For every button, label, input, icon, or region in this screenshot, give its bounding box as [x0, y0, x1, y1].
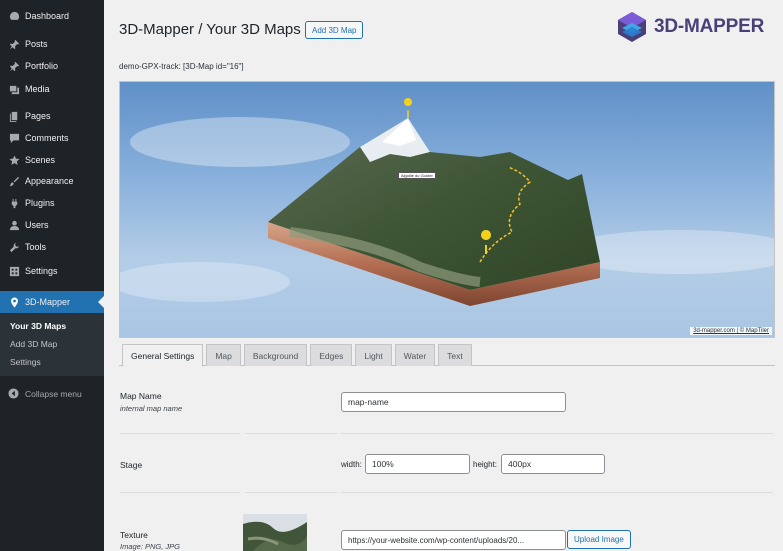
tab-water[interactable]: Water [394, 344, 436, 366]
sidebar-item-portfolio[interactable]: Portfolio [0, 55, 104, 77]
sidebar-item-scenes[interactable]: Scenes [0, 149, 104, 171]
3d-mapper-submenu: Your 3D Maps Add 3D Map Settings [0, 313, 104, 376]
tab-edges[interactable]: Edges [310, 344, 353, 366]
add-3d-map-button[interactable]: Add 3D Map [305, 21, 364, 39]
stage-label: Stage [120, 460, 143, 470]
user-icon [8, 219, 20, 231]
texture-description: Image: PNG, JPG [120, 542, 181, 551]
plugin-icon [8, 197, 20, 209]
row-separator [341, 433, 773, 434]
pin-icon [8, 38, 20, 50]
pages-icon [8, 110, 20, 122]
row-separator [245, 433, 337, 434]
submenu-item-settings[interactable]: Settings [10, 357, 41, 367]
map-attribution[interactable]: 3d-mapper.com | © MapTiler [690, 327, 772, 335]
map-name-description: internal map name [120, 404, 183, 413]
collapse-arrow-icon [8, 388, 20, 400]
tab-map[interactable]: Map [206, 344, 241, 366]
row-separator [120, 433, 240, 434]
settings-tabs: General Settings Map Background Edges Li… [122, 344, 475, 367]
tab-general-settings[interactable]: General Settings [122, 344, 204, 367]
texture-label: Texture [120, 530, 148, 540]
collapse-menu-button[interactable]: Collapse menu [0, 384, 104, 404]
tab-text[interactable]: Text [438, 344, 472, 366]
pin-icon [8, 60, 20, 72]
sidebar-item-users[interactable]: Users [0, 214, 104, 236]
terrain-scene [120, 98, 774, 306]
location-pin-icon [8, 296, 20, 308]
media-icon [8, 83, 20, 95]
upload-image-button[interactable]: Upload Image [567, 530, 631, 549]
row-separator [341, 492, 773, 493]
sidebar-item-comments[interactable]: Comments [0, 127, 104, 149]
row-separator [245, 492, 337, 493]
map-marker-label: Aiguille du Goûter [398, 172, 436, 179]
sidebar-item-pages[interactable]: Pages [0, 105, 104, 127]
dashboard-icon [8, 10, 20, 22]
sidebar-item-appearance[interactable]: Appearance [0, 170, 104, 192]
page-title: 3D-Mapper / Your 3D Maps [119, 21, 301, 38]
sidebar-item-dashboard[interactable]: Dashboard [0, 5, 104, 27]
texture-url-input[interactable]: https://your-website.com/wp-content/uplo… [341, 530, 566, 550]
tab-light[interactable]: Light [355, 344, 392, 366]
admin-sidebar: Dashboard Posts Portfolio Media Pages Co… [0, 0, 104, 551]
map-name-label: Map Name [120, 391, 162, 401]
submenu-item-add-3d-map[interactable]: Add 3D Map [10, 339, 57, 349]
row-separator [120, 492, 240, 493]
settings-icon [8, 265, 20, 277]
width-input[interactable]: 100% [365, 454, 470, 474]
brand-logo: 3D-MAPPER [616, 10, 764, 44]
sidebar-item-tools[interactable]: Tools [0, 236, 104, 258]
comments-icon [8, 132, 20, 144]
3d-map-preview[interactable]: Aiguille du Goûter 3d-mapper.com | © Map… [119, 81, 775, 338]
texture-thumbnail [243, 514, 307, 551]
sidebar-item-plugins[interactable]: Plugins [0, 192, 104, 214]
height-label: height: [473, 460, 498, 469]
logo-text: 3D-MAPPER [654, 16, 765, 37]
sidebar-item-settings[interactable]: Settings [0, 260, 104, 282]
submenu-item-your-3d-maps[interactable]: Your 3D Maps [10, 321, 66, 331]
3d-mapper-logo-icon [618, 12, 646, 42]
star-icon [8, 154, 20, 166]
height-input[interactable]: 400px [501, 454, 605, 474]
sidebar-item-3d-mapper[interactable]: 3D-Mapper [0, 291, 104, 313]
brush-icon [8, 175, 20, 187]
sidebar-item-posts[interactable]: Posts [0, 33, 104, 55]
sidebar-item-media[interactable]: Media [0, 78, 104, 100]
wrench-icon [8, 241, 20, 253]
width-label: width: [341, 460, 362, 469]
map-name-input[interactable]: map-name [341, 392, 566, 412]
tab-background[interactable]: Background [243, 344, 308, 366]
map-shortcode: demo-GPX-track: [3D-Map id="16"] [119, 62, 244, 71]
